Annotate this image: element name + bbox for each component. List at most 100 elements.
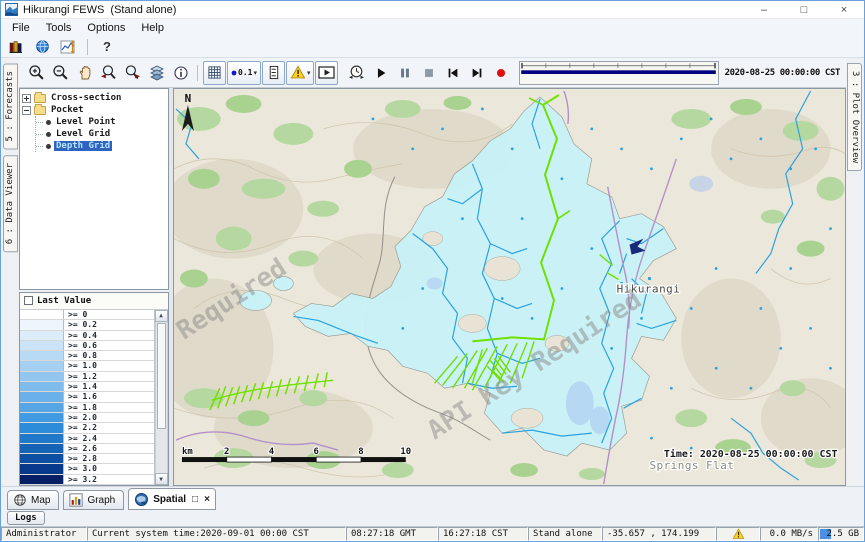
map-time-label: Time: 2020-08-25 00:00:00 CST xyxy=(663,448,837,460)
grid-icon xyxy=(207,65,222,80)
contour-interval-dropdown[interactable]: 0.1 ▾ xyxy=(227,61,261,85)
tree-item-label: Pocket xyxy=(49,105,86,115)
logs-button[interactable]: Logs xyxy=(7,511,45,525)
info-button[interactable] xyxy=(169,61,192,85)
menu-help[interactable]: Help xyxy=(134,21,171,35)
maximize-icon[interactable]: □ xyxy=(784,1,824,18)
tab-data-viewer[interactable]: 6 : Data Viewer xyxy=(3,155,18,252)
status-coordinates: -35.657 , 174.199 xyxy=(602,527,716,541)
legend-swatch xyxy=(20,382,64,391)
status-gmt-time: 08:27:18 GMT xyxy=(346,527,438,541)
play-button[interactable] xyxy=(369,61,392,85)
animation-clock-button[interactable] xyxy=(345,61,368,85)
expand-icon[interactable] xyxy=(22,94,31,103)
scale-unit-label: km xyxy=(182,447,193,457)
tree-item-label-selected: Depth Grid xyxy=(54,141,112,151)
legend-scrollbar[interactable]: ▲ ▼ xyxy=(155,310,168,485)
legend-label: >= 1.6 xyxy=(64,392,97,401)
legend-label: >= 2.0 xyxy=(64,413,97,422)
scroll-up-icon[interactable]: ▲ xyxy=(155,310,168,322)
bullet-icon xyxy=(46,132,51,137)
svg-text:4: 4 xyxy=(268,447,273,457)
panel-close-icon[interactable]: × xyxy=(204,494,210,505)
scrollbar-thumb[interactable] xyxy=(157,323,166,429)
stop-button[interactable] xyxy=(417,61,440,85)
svg-text:N: N xyxy=(184,92,191,105)
menu-tools[interactable]: Tools xyxy=(39,21,79,35)
legend-row: >= 2.2 xyxy=(20,423,154,433)
spatial-globe-icon xyxy=(134,492,149,507)
tree-item-cross-section[interactable]: Cross-section xyxy=(22,92,166,104)
tab-map[interactable]: Map xyxy=(7,490,59,510)
menu-options[interactable]: Options xyxy=(80,21,132,35)
legend-row: >= 0.6 xyxy=(20,341,154,351)
tab-spatial[interactable]: Spatial □ × xyxy=(128,488,216,510)
record-button[interactable] xyxy=(489,61,512,85)
legend-header: Last Value xyxy=(20,293,168,310)
map-canvas[interactable]: Hikurangi Springs Flat API Key Required … xyxy=(173,88,846,486)
movie-player-button[interactable] xyxy=(315,61,338,85)
zoom-next-button[interactable] xyxy=(121,61,144,85)
spatial-display-button[interactable] xyxy=(31,37,53,57)
skip-end-icon xyxy=(470,66,484,80)
scale-bar-toggle-button[interactable] xyxy=(262,61,285,85)
tree-item-pocket[interactable]: Pocket xyxy=(22,104,166,116)
help-button[interactable]: ? xyxy=(96,37,118,57)
layers-icon xyxy=(149,65,165,81)
legend-row: >= 2.0 xyxy=(20,413,154,423)
tree-item-depth-grid[interactable]: Depth Grid xyxy=(36,140,166,152)
legend-row: >= 1.2 xyxy=(20,372,154,382)
tab-graph[interactable]: Graph xyxy=(63,490,124,510)
tree-item-level-point[interactable]: Level Point xyxy=(36,116,166,128)
legend-swatch xyxy=(20,454,64,463)
scrollbar-track[interactable] xyxy=(155,322,168,473)
layer-tree: Cross-section Pocket Level Point xyxy=(19,88,169,290)
minimize-icon[interactable]: – xyxy=(744,1,784,18)
tree-item-level-grid[interactable]: Level Grid xyxy=(36,128,166,140)
menu-file[interactable]: File xyxy=(5,21,37,35)
tree-connector xyxy=(36,122,43,123)
pause-icon xyxy=(398,66,412,80)
timeline-slider[interactable] xyxy=(519,61,718,85)
stop-icon xyxy=(422,66,436,80)
database-display-button[interactable] xyxy=(5,37,27,57)
panel-maximize-icon[interactable]: □ xyxy=(192,494,198,505)
warning-threshold-dropdown[interactable]: ▾ xyxy=(286,61,315,85)
legend-swatch xyxy=(20,434,64,443)
tab-graph-label: Graph xyxy=(87,495,115,506)
svg-text:10: 10 xyxy=(400,447,411,457)
timeseries-display-button[interactable] xyxy=(57,37,79,57)
logs-row: Logs xyxy=(1,510,864,526)
tab-plot-overview[interactable]: 3 : Plot Overview xyxy=(847,63,862,171)
info-icon xyxy=(173,65,189,81)
close-icon[interactable]: × xyxy=(824,1,864,18)
skip-to-start-button[interactable] xyxy=(441,61,464,85)
collapse-icon[interactable] xyxy=(22,106,31,115)
skip-to-end-button[interactable] xyxy=(465,61,488,85)
grid-toggle-button[interactable] xyxy=(203,61,226,85)
layers-button[interactable] xyxy=(145,61,168,85)
legend-row: >= 1.4 xyxy=(20,382,154,392)
tree-item-label: Cross-section xyxy=(49,93,123,103)
scroll-down-icon[interactable]: ▼ xyxy=(155,473,168,485)
pause-button[interactable] xyxy=(393,61,416,85)
pan-button[interactable] xyxy=(73,61,96,85)
last-value-checkbox[interactable] xyxy=(24,296,33,305)
legend-swatch xyxy=(20,423,64,432)
legend-row: >= 0 xyxy=(20,310,154,320)
status-memory: 2.5 GB xyxy=(818,527,864,541)
left-tab-strip: 5 : Forecasts 6 : Data Viewer xyxy=(1,58,19,486)
record-icon xyxy=(494,66,508,80)
animation-clock-icon xyxy=(348,64,365,81)
zoom-previous-button[interactable] xyxy=(97,61,120,85)
tab-forecasts[interactable]: 5 : Forecasts xyxy=(3,63,18,149)
status-user: Administrator xyxy=(1,527,87,541)
status-warning-cell xyxy=(716,527,760,541)
legend-row: >= 1.6 xyxy=(20,392,154,402)
legend-label: >= 1.0 xyxy=(64,361,97,370)
legend-label: >= 2.2 xyxy=(64,423,97,432)
legend-row: >= 0.2 xyxy=(20,320,154,330)
zoom-in-button[interactable] xyxy=(25,61,48,85)
zoom-out-button[interactable] xyxy=(49,61,72,85)
status-system-time: Current system time:2020-09-01 00:00 CST xyxy=(87,527,346,541)
